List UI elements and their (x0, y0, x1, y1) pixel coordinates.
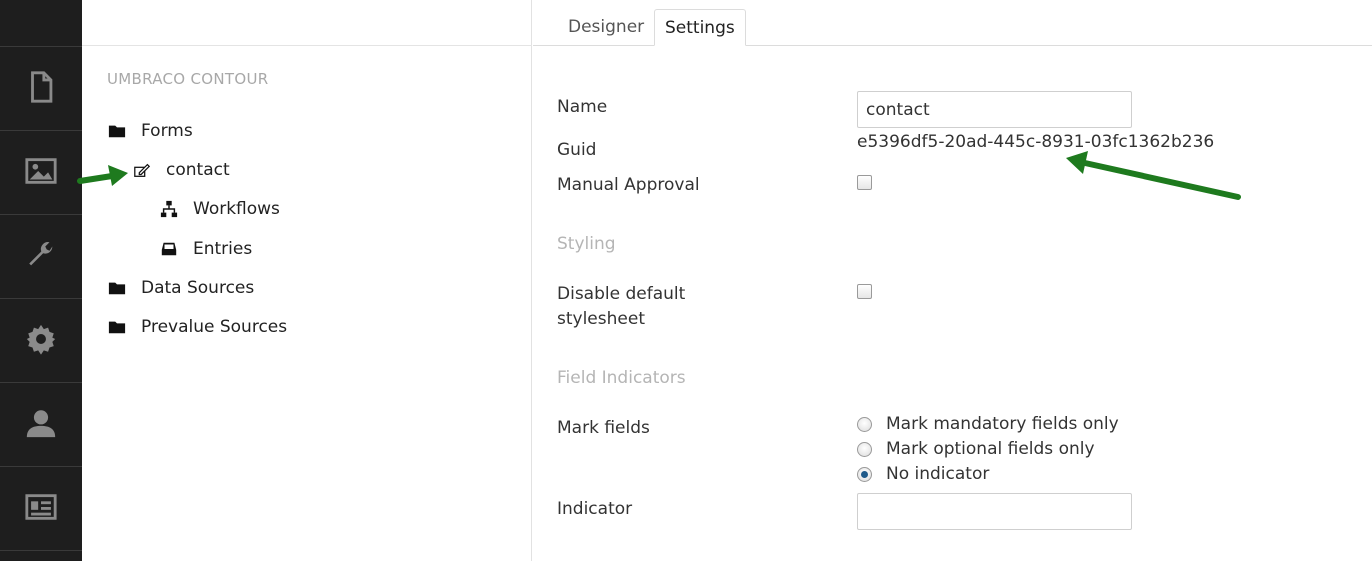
tree-node-label: Entries (193, 239, 253, 259)
tree-node-label: Forms (141, 121, 193, 141)
user-icon (24, 406, 58, 444)
tree-node-workflows[interactable]: Workflows (159, 196, 280, 222)
disable-stylesheet-checkbox[interactable] (857, 284, 872, 299)
tree-node-forms[interactable]: Forms (107, 118, 193, 144)
wrench-icon (24, 238, 58, 276)
guid-label: Guid (557, 140, 597, 160)
name-label: Name (557, 97, 608, 117)
radio-label: No indicator (886, 464, 990, 484)
radio-button[interactable] (857, 441, 872, 457)
mark-fields-label: Mark fields (557, 418, 650, 438)
folder-icon (107, 317, 127, 337)
inbox-icon (159, 239, 179, 259)
manual-approval-checkbox[interactable] (857, 175, 872, 190)
rail-item-users[interactable] (0, 383, 82, 467)
indicator-input[interactable] (857, 493, 1132, 530)
radio-label: Mark optional fields only (886, 439, 1095, 459)
styling-heading: Styling (557, 234, 616, 254)
arrow-to-guid-icon (1066, 151, 1241, 200)
tree-node-label: Data Sources (141, 278, 255, 298)
tree-node-entries[interactable]: Entries (159, 236, 252, 262)
tree-node-contact[interactable]: contact (132, 157, 230, 183)
rail-item-media[interactable] (0, 131, 82, 215)
disable-stylesheet-label-line1: Disable default (557, 284, 686, 304)
id-card-icon (24, 490, 58, 528)
image-icon (24, 154, 58, 192)
radio-label: Mark mandatory fields only (886, 414, 1119, 434)
indicator-label: Indicator (557, 499, 633, 519)
radio-no-indicator[interactable]: No indicator (857, 464, 989, 484)
tree-node-data-sources[interactable]: Data Sources (107, 275, 254, 301)
tree-divider (82, 45, 532, 46)
tree-node-prevalue-sources[interactable]: Prevalue Sources (107, 314, 287, 340)
disable-stylesheet-label-line2: stylesheet (557, 309, 645, 329)
radio-mark-mandatory[interactable]: Mark mandatory fields only (857, 414, 1119, 434)
rail-item-developer[interactable] (0, 215, 82, 299)
tab-settings[interactable]: Settings (654, 9, 746, 46)
tree-title: UMBRACO CONTOUR (107, 70, 269, 88)
rail-item-settings[interactable] (0, 299, 82, 383)
tab-designer[interactable]: Designer (558, 9, 654, 46)
edit-form-icon (132, 160, 152, 180)
guid-value: e5396df5-20ad-445c-8931-03fc1362b236 (857, 132, 1215, 152)
name-input[interactable] (857, 91, 1132, 128)
radio-button-selected[interactable] (857, 466, 872, 482)
folder-icon (107, 121, 127, 141)
tree-node-label: Prevalue Sources (141, 317, 288, 337)
document-icon (24, 70, 58, 108)
tree-node-label: contact (166, 160, 230, 180)
radio-mark-optional[interactable]: Mark optional fields only (857, 439, 1095, 459)
manual-approval-label: Manual Approval (557, 175, 700, 195)
field-indicators-heading: Field Indicators (557, 368, 686, 388)
folder-icon (107, 278, 127, 298)
rail-header (0, 0, 82, 47)
rail-item-members[interactable] (0, 467, 82, 551)
radio-button[interactable] (857, 416, 872, 432)
rail-item-content[interactable] (0, 47, 82, 131)
tree-node-label: Workflows (193, 199, 280, 219)
gear-icon (24, 322, 58, 360)
sitemap-icon (159, 199, 179, 219)
section-rail (0, 0, 82, 561)
tree-panel: UMBRACO CONTOUR Forms contact Workflows … (82, 0, 532, 561)
tab-bar: Designer Settings (533, 0, 1372, 46)
